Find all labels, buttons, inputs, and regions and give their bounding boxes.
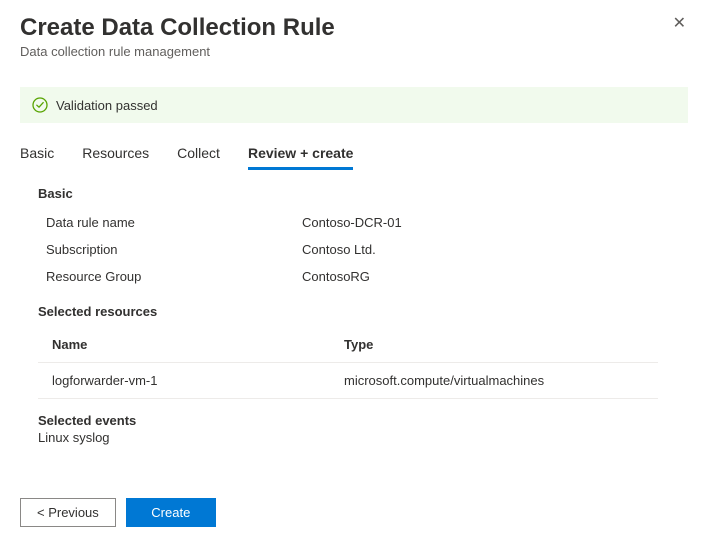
label-subscription: Subscription	[46, 242, 302, 257]
row-subscription: Subscription Contoso Ltd.	[38, 236, 688, 263]
row-resource-group: Resource Group ContosoRG	[38, 263, 688, 290]
create-button[interactable]: Create	[126, 498, 216, 527]
section-resources-title: Selected resources	[38, 304, 688, 319]
section-events: Selected events Linux syslog	[38, 413, 688, 445]
label-resource-group: Resource Group	[46, 269, 302, 284]
value-resource-group: ContosoRG	[302, 269, 370, 284]
tab-bar: Basic Resources Collect Review + create	[0, 123, 708, 170]
value-data-rule-name: Contoso-DCR-01	[302, 215, 402, 230]
close-icon: ✕	[673, 15, 686, 32]
review-content: Basic Data rule name Contoso-DCR-01 Subs…	[0, 170, 708, 445]
validation-banner: Validation passed	[20, 87, 688, 123]
column-header-type: Type	[344, 337, 658, 352]
tab-collect[interactable]: Collect	[177, 145, 220, 170]
previous-button[interactable]: < Previous	[20, 498, 116, 527]
value-subscription: Contoso Ltd.	[302, 242, 376, 257]
label-data-rule-name: Data rule name	[46, 215, 302, 230]
close-button[interactable]: ✕	[673, 16, 686, 32]
table-row: logforwarder-vm-1 microsoft.compute/virt…	[38, 363, 658, 399]
tab-review-create[interactable]: Review + create	[248, 145, 353, 170]
events-value: Linux syslog	[38, 430, 688, 445]
resources-table: Name Type logforwarder-vm-1 microsoft.co…	[38, 327, 658, 399]
panel-header: Create Data Collection Rule Data collect…	[0, 0, 708, 67]
section-basic-title: Basic	[38, 186, 688, 201]
cell-resource-type: microsoft.compute/virtualmachines	[344, 373, 658, 388]
page-subtitle: Data collection rule management	[20, 44, 688, 59]
page-title: Create Data Collection Rule	[20, 14, 688, 42]
tab-resources[interactable]: Resources	[82, 145, 149, 170]
row-data-rule-name: Data rule name Contoso-DCR-01	[38, 209, 688, 236]
check-circle-icon	[32, 97, 48, 113]
tab-basic[interactable]: Basic	[20, 145, 54, 170]
column-header-name: Name	[52, 337, 344, 352]
validation-message: Validation passed	[56, 98, 158, 113]
table-header-row: Name Type	[38, 327, 658, 363]
cell-resource-name: logforwarder-vm-1	[52, 373, 344, 388]
section-events-title: Selected events	[38, 413, 688, 428]
footer-actions: < Previous Create	[0, 484, 708, 545]
